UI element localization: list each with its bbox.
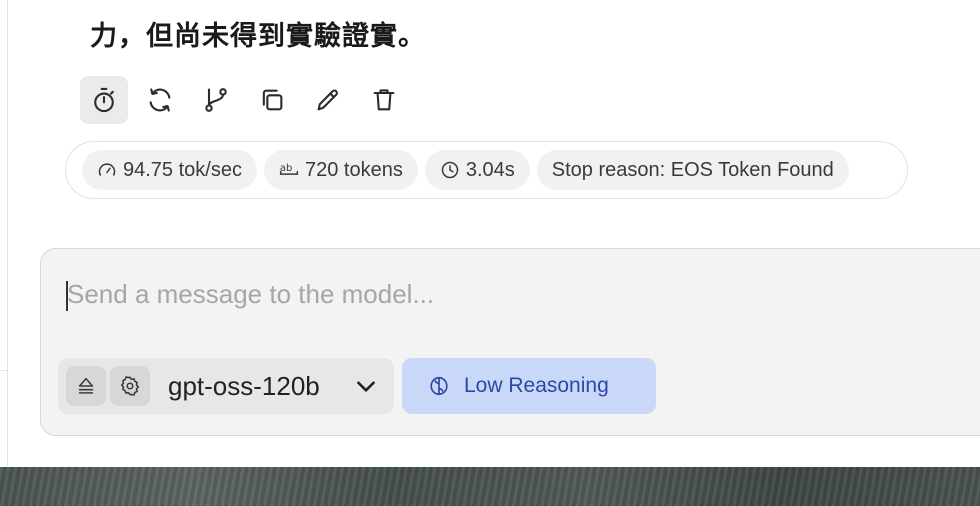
gauge-icon <box>98 163 116 176</box>
edit-button[interactable] <box>304 76 352 124</box>
duration-stat: 3.04s <box>424 150 530 190</box>
duration-value: 3.04s <box>465 158 515 181</box>
sidebar-divider-tick <box>0 370 7 371</box>
model-selector[interactable]: gpt-oss-120b <box>58 358 394 414</box>
sidebar-divider <box>7 0 8 466</box>
regenerate-button[interactable] <box>136 76 184 124</box>
reasoning-level-label: Low Reasoning <box>464 374 609 397</box>
generation-stats-bar: 94.75 tok/sec ab 720 tokens 3.04s Stop r… <box>65 141 908 199</box>
reasoning-level-button[interactable]: Low Reasoning <box>402 358 656 414</box>
model-name[interactable]: gpt-oss-120b <box>168 371 320 402</box>
timer-icon <box>94 87 114 113</box>
message-input-placeholder[interactable]: Send a message to the model... <box>67 279 434 310</box>
stop-reason-value: Stop reason: EOS Token Found <box>551 158 834 181</box>
chevron-down-icon <box>357 381 375 392</box>
token-icon: ab <box>280 163 299 175</box>
timing-button[interactable] <box>80 76 128 124</box>
regenerate-icon <box>149 88 171 112</box>
token-count-value: 720 tokens <box>304 158 403 181</box>
eject-icon <box>78 377 94 394</box>
branch-icon <box>205 88 227 112</box>
assistant-message-text: 力，但尚未得到實驗證實。 <box>90 21 426 52</box>
branch-button[interactable] <box>192 76 240 124</box>
token-count-stat: ab 720 tokens <box>263 150 418 190</box>
edit-icon <box>317 89 338 111</box>
gear-icon <box>120 376 140 396</box>
model-settings-button[interactable] <box>110 366 150 406</box>
delete-button[interactable] <box>360 76 408 124</box>
delete-icon <box>373 89 395 111</box>
message-composer[interactable]: Send a message to the model... gpt-oss-1… <box>40 248 980 436</box>
model-dropdown-toggle[interactable] <box>353 373 379 399</box>
clock-icon <box>441 161 459 179</box>
message-action-bar <box>80 76 408 124</box>
speed-value: 94.75 tok/sec <box>123 158 242 181</box>
stop-reason-stat: Stop reason: EOS Token Found <box>536 150 849 190</box>
desktop-wallpaper <box>0 467 980 506</box>
copy-button[interactable] <box>248 76 296 124</box>
svg-text:ab: ab <box>280 163 292 174</box>
eject-model-button[interactable] <box>66 366 106 406</box>
speed-stat: 94.75 tok/sec <box>82 150 257 190</box>
copy-icon <box>262 89 283 111</box>
brain-icon <box>430 376 448 396</box>
